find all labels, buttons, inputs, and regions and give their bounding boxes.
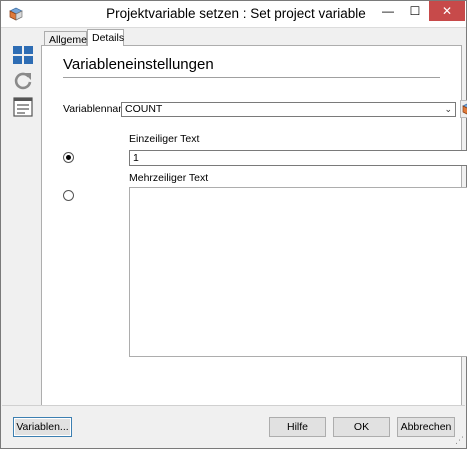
resize-grip-icon[interactable]: ⋰ bbox=[455, 435, 464, 446]
tab-container: Allgemein Details Variableneinstellungen… bbox=[41, 29, 467, 406]
variables-button[interactable]: Variablen... bbox=[13, 417, 72, 437]
multi-line-label: Mehrzeiliger Text bbox=[129, 172, 209, 184]
title-bar[interactable]: Projektvariable setzen : Set project var… bbox=[1, 1, 466, 28]
single-line-label: Einzeiliger Text bbox=[129, 133, 200, 145]
app-icon bbox=[9, 7, 23, 21]
radio-selected-dot bbox=[66, 155, 71, 160]
cancel-button[interactable]: Abbrechen bbox=[397, 417, 455, 437]
window-title: Projektvariable setzen : Set project var… bbox=[106, 6, 366, 21]
variable-cube-icon bbox=[462, 103, 467, 115]
footer-divider bbox=[2, 405, 465, 406]
details-panel: Variableneinstellungen Variablenname COU… bbox=[41, 45, 467, 406]
single-line-input[interactable]: 1 bbox=[129, 150, 467, 166]
variable-picker-button[interactable] bbox=[460, 100, 467, 118]
close-button[interactable]: ✕ bbox=[429, 1, 465, 21]
list-panel-icon[interactable] bbox=[12, 96, 34, 118]
maximize-button[interactable]: ☐ bbox=[402, 1, 428, 21]
ok-button[interactable]: OK bbox=[333, 417, 390, 437]
help-button[interactable]: Hilfe bbox=[269, 417, 326, 437]
section-title: Variableneinstellungen bbox=[63, 56, 214, 73]
layout-grid-icon[interactable] bbox=[12, 44, 34, 66]
multi-line-radio[interactable] bbox=[63, 190, 74, 201]
chevron-down-icon[interactable]: ⌄ bbox=[444, 103, 452, 116]
section-divider bbox=[63, 77, 440, 78]
tab-details[interactable]: Details bbox=[87, 29, 124, 46]
minimize-button[interactable]: — bbox=[375, 1, 401, 21]
dialog-window: Projektvariable setzen : Set project var… bbox=[0, 0, 467, 449]
tab-allgemein[interactable]: Allgemein bbox=[44, 31, 95, 46]
single-line-radio[interactable] bbox=[63, 152, 74, 163]
side-toolbar bbox=[2, 28, 37, 405]
multi-line-textarea[interactable] bbox=[129, 187, 467, 357]
variable-name-combobox[interactable]: COUNT ⌄ bbox=[121, 102, 456, 117]
refresh-icon[interactable] bbox=[12, 70, 34, 92]
variable-name-value: COUNT bbox=[125, 103, 163, 115]
